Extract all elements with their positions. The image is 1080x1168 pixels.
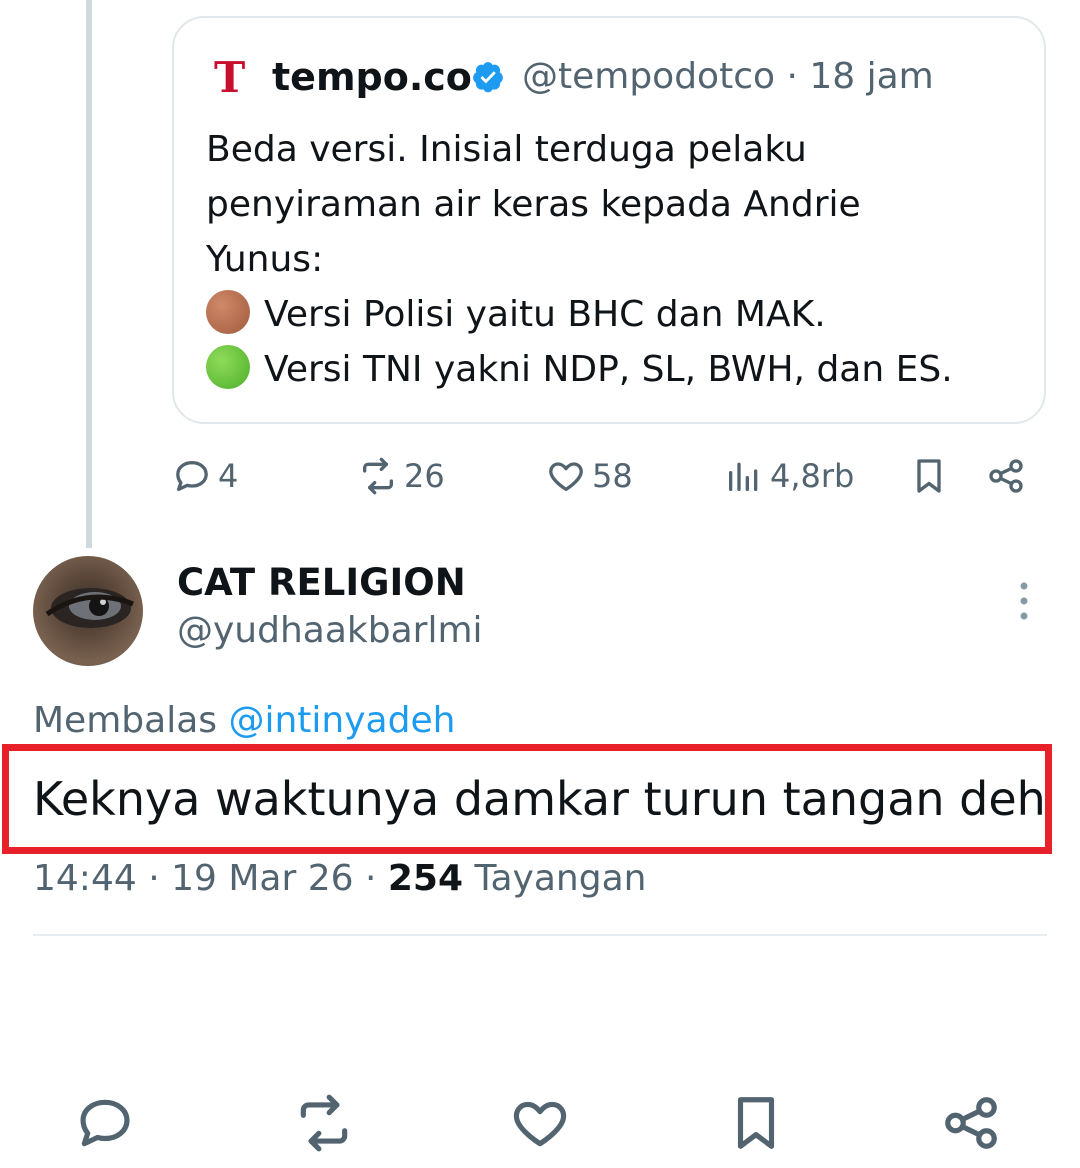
replying-prefix: Membalas [33, 700, 218, 741]
bullet-text: Versi Polisi yaitu BHC dan MAK. [264, 294, 826, 335]
replying-to: Membalas @intinyadeh [33, 696, 455, 746]
repost-count: 26 [404, 457, 445, 495]
bookmark-icon [737, 1097, 775, 1149]
reply-icon [80, 1099, 130, 1147]
avatar-eye-image [45, 588, 134, 628]
share-button[interactable] [986, 446, 1026, 506]
tweet-meta: 14:44 · 19 Mar 26 · 254 Tayangan [33, 854, 646, 904]
quoted-text-line: Beda versi. Inisial terduga pelaku [206, 129, 807, 170]
bookmark-icon [917, 459, 941, 493]
bullet-line: Versi TNI yakni NDP, SL, BWH, dan ES. [206, 342, 1036, 397]
author-username[interactable]: @yudhaakbarlmi [177, 606, 483, 656]
tempo-logo: T [214, 53, 246, 102]
green-circle-icon [206, 345, 250, 389]
quoted-actions-bar: 4 26 58 4,8rb [0, 446, 1080, 506]
verified-icon [473, 62, 503, 93]
brown-circle-icon [206, 290, 250, 334]
quoted-tweet-text: Beda versi. Inisial terduga pelaku penyi… [206, 122, 1036, 397]
divider [33, 934, 1047, 936]
bookmark-button[interactable] [725, 1092, 787, 1154]
reply-icon [176, 461, 208, 491]
reply-button[interactable]: 4 [172, 446, 238, 506]
share-icon [989, 459, 1023, 493]
quoted-author-name[interactable]: tempo.co [272, 52, 472, 102]
repost-button[interactable]: 26 [358, 446, 445, 506]
quoted-handle-time: @tempodotco · 18 jam [522, 56, 934, 97]
views-label: Tayangan [474, 858, 647, 899]
tweet-text: Keknya waktunya damkar turun tangan deh [33, 772, 1046, 826]
like-count: 58 [592, 457, 633, 495]
bullet-text: Versi TNI yakni NDP, SL, BWH, dan ES. [264, 349, 953, 390]
repost-icon [363, 457, 393, 495]
quoted-text-line: Yunus: [206, 239, 324, 280]
quoted-tweet-card[interactable]: T tempo.co @tempodotco · 18 jam Beda ver… [172, 16, 1046, 424]
like-button[interactable] [509, 1092, 571, 1154]
reply-button[interactable] [74, 1092, 136, 1154]
repost-button[interactable] [293, 1092, 355, 1154]
like-icon [549, 462, 583, 491]
bullet-line: Versi Polisi yaitu BHC dan MAK. [206, 287, 1036, 342]
avatar[interactable] [33, 556, 143, 666]
repost-icon [300, 1094, 348, 1152]
like-button[interactable]: 58 [546, 446, 633, 506]
views-button[interactable]: 4,8rb [724, 446, 854, 506]
views-icon [729, 462, 758, 491]
like-icon [513, 1101, 567, 1147]
author-display-name[interactable]: CAT RELIGION [177, 558, 466, 608]
more-icon[interactable] [1004, 578, 1044, 624]
views-number: 254 [387, 858, 463, 899]
tweet-actions-bar [0, 1092, 1080, 1154]
share-icon [945, 1097, 997, 1149]
replying-mention-link[interactable]: @intinyadeh [228, 700, 455, 741]
tweet-timestamp[interactable]: 14:44 · 19 Mar 26 · [33, 858, 376, 899]
views-count: 4,8rb [770, 457, 855, 495]
bookmark-button[interactable] [909, 446, 949, 506]
quoted-text-line: penyiraman air keras kepada Andrie [206, 184, 861, 225]
reply-count: 4 [218, 457, 239, 495]
share-button[interactable] [940, 1092, 1002, 1154]
